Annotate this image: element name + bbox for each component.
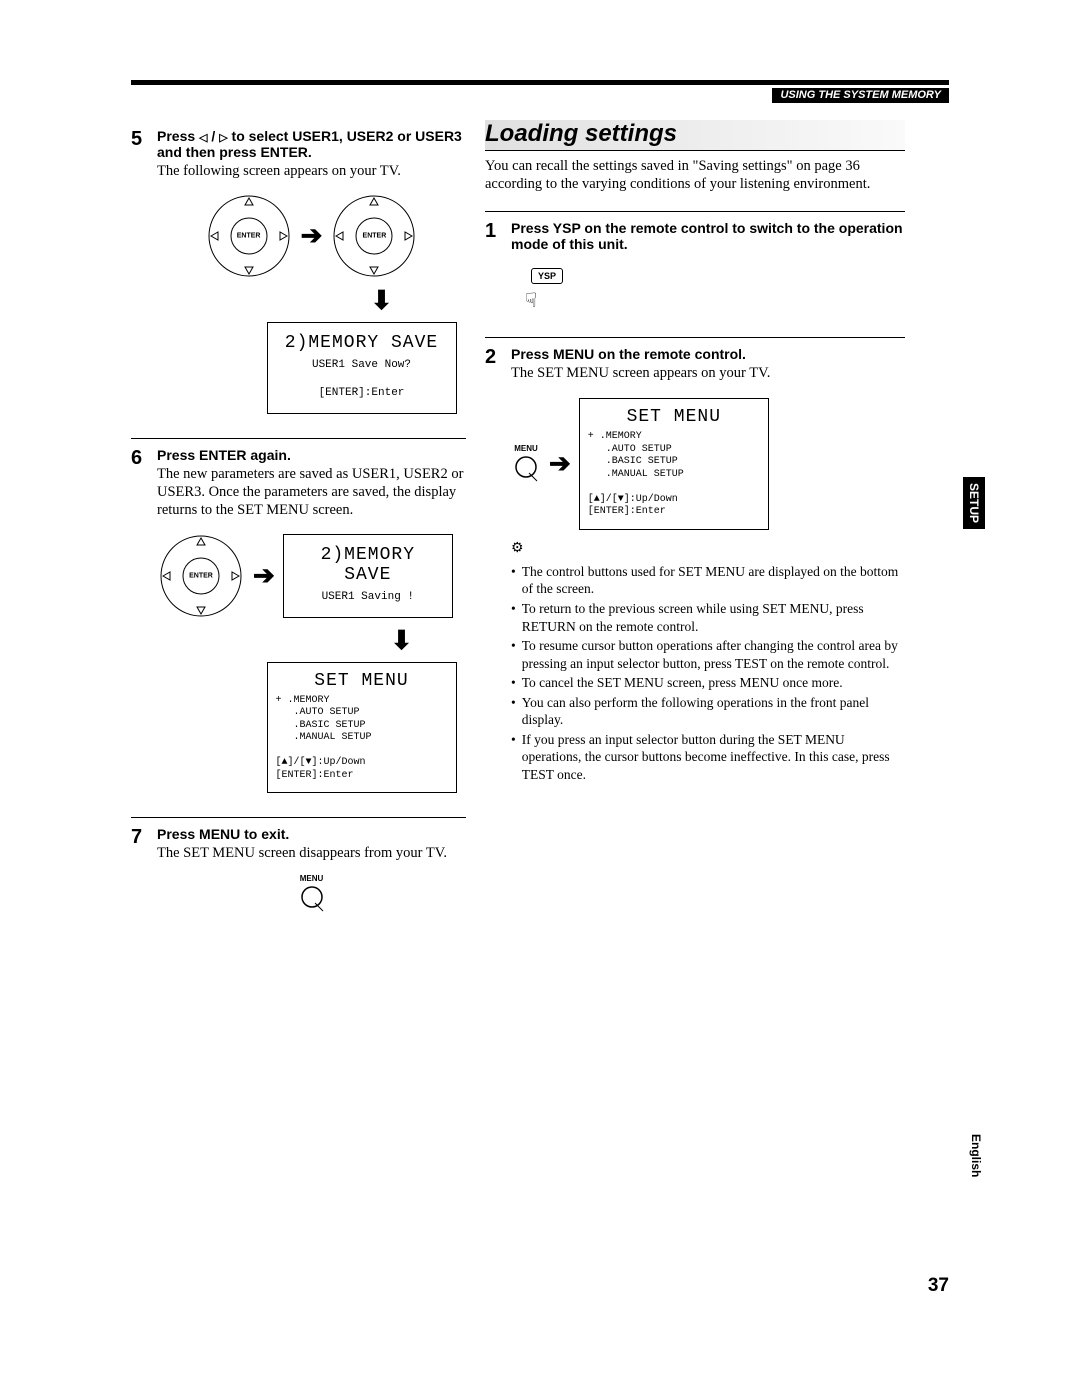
list-item: You can also perform the following opera… (511, 694, 905, 729)
list-item: To resume cursor button operations after… (511, 637, 905, 672)
menu-label: MENU (514, 444, 538, 453)
step-7-body: The SET MENU screen disappears from your… (157, 844, 466, 862)
divider (131, 817, 466, 818)
lcd-line: USER1 Save Now? (276, 359, 448, 371)
lcd-title: 2)MEMORY SAVE (292, 545, 444, 585)
step-number: 6 (131, 447, 157, 793)
step-7-figure: MENU (157, 874, 466, 915)
step-number: 7 (131, 826, 157, 915)
step-7: 7 Press MENU to exit. The SET MENU scree… (131, 826, 466, 915)
step-5-instruction: Press ◁ / ▷ to select USER1, USER2 or US… (157, 128, 466, 160)
step-number: 5 (131, 128, 157, 414)
ysp-button: YSP (531, 268, 563, 284)
arrow-down-icon: ⬇ (297, 286, 466, 316)
note-icon: ⚙ (511, 540, 905, 557)
hand-icon: ☟ (525, 288, 905, 313)
arrow-right-icon: ➔ (301, 221, 323, 251)
menu-label: MENU (300, 874, 324, 883)
step-2-instruction: Press MENU on the remote control. (511, 346, 905, 362)
side-tab-setup: SETUP (963, 477, 985, 529)
notes-list: The control buttons used for SET MENU ar… (511, 563, 905, 784)
step-6-figure-row: ENTER ➔ 2)MEMORY SAVE USER1 Saving ! (157, 532, 466, 620)
lcd-title: 2)MEMORY SAVE (276, 333, 448, 353)
set-menu-lines: + .MEMORY .AUTO SETUP .BASIC SETUP .MANU… (276, 695, 448, 783)
divider (485, 211, 905, 212)
set-menu-lines: + .MEMORY .AUTO SETUP .BASIC SETUP .MANU… (588, 431, 760, 519)
step-2-figure: MENU ➔ SET MENU + .MEMORY .AUTO SETUP .B… (511, 398, 905, 530)
text: Press (157, 128, 199, 144)
remote-dpad-icon: ENTER (205, 192, 293, 280)
list-item: If you press an input selector button du… (511, 731, 905, 784)
enter-label: ENTER (189, 572, 213, 579)
set-menu-title: SET MENU (588, 407, 760, 427)
right-arrow-icon: ▷ (219, 132, 227, 144)
lcd-screen: 2)MEMORY SAVE USER1 Save Now? [ENTER]:En… (267, 322, 457, 414)
enter-label: ENTER (237, 233, 261, 240)
step-1-right: 1 Press YSP on the remote control to swi… (485, 220, 905, 313)
lcd-line: USER1 Saving ! (292, 591, 444, 603)
step-5-body: The following screen appears on your TV. (157, 162, 466, 180)
arrow-down-icon: ⬇ (337, 626, 466, 656)
step-2-body: The SET MENU screen appears on your TV. (511, 364, 905, 382)
loading-settings-heading: Loading settings (485, 120, 905, 151)
left-arrow-icon: ◁ (199, 132, 207, 144)
round-button-icon (297, 885, 327, 915)
enter-label: ENTER (363, 233, 387, 240)
step-number: 2 (485, 346, 511, 785)
set-menu-screen: SET MENU + .MEMORY .AUTO SETUP .BASIC SE… (579, 398, 769, 530)
left-column: 5 Press ◁ / ▷ to select USER1, USER2 or … (131, 120, 466, 915)
ysp-button-fig: YSP ☟ (531, 266, 905, 313)
step-5-figure-row: ENTER ➔ ENTER (157, 192, 466, 280)
arrow-right-icon: ➔ (253, 561, 275, 591)
list-item: To cancel the SET MENU screen, press MEN… (511, 674, 905, 692)
header-section-label: USING THE SYSTEM MEMORY (772, 88, 949, 103)
step-5: 5 Press ◁ / ▷ to select USER1, USER2 or … (131, 128, 466, 414)
remote-dpad-icon: ENTER (330, 192, 418, 280)
step-6: 6 Press ENTER again. The new parameters … (131, 447, 466, 793)
divider (131, 438, 466, 439)
round-button-icon (511, 455, 541, 485)
step-2-right: 2 Press MENU on the remote control. The … (485, 346, 905, 785)
step-6-body: The new parameters are saved as USER1, U… (157, 465, 466, 519)
step-1-instruction: Press YSP on the remote control to switc… (511, 220, 905, 252)
divider (485, 337, 905, 338)
list-item: To return to the previous screen while u… (511, 600, 905, 635)
menu-button-fig: MENU (511, 444, 541, 485)
set-menu-title: SET MENU (276, 671, 448, 691)
top-bar (131, 80, 949, 85)
page-number: 37 (928, 1275, 949, 1297)
step-number: 1 (485, 220, 511, 313)
right-column: Loading settings You can recall the sett… (485, 120, 905, 785)
lcd-screen: 2)MEMORY SAVE USER1 Saving ! (283, 534, 453, 618)
step-7-instruction: Press MENU to exit. (157, 826, 466, 842)
set-menu-screen: SET MENU + .MEMORY .AUTO SETUP .BASIC SE… (267, 662, 457, 794)
menu-button-fig: MENU (297, 874, 327, 915)
loading-settings-intro: You can recall the settings saved in "Sa… (485, 157, 905, 193)
list-item: The control buttons used for SET MENU ar… (511, 563, 905, 598)
lcd-line: [ENTER]:Enter (276, 387, 448, 399)
step-6-instruction: Press ENTER again. (157, 447, 466, 463)
side-tab-english: English (967, 1130, 985, 1181)
arrow-right-icon: ➔ (549, 449, 571, 479)
remote-dpad-icon: ENTER (157, 532, 245, 620)
